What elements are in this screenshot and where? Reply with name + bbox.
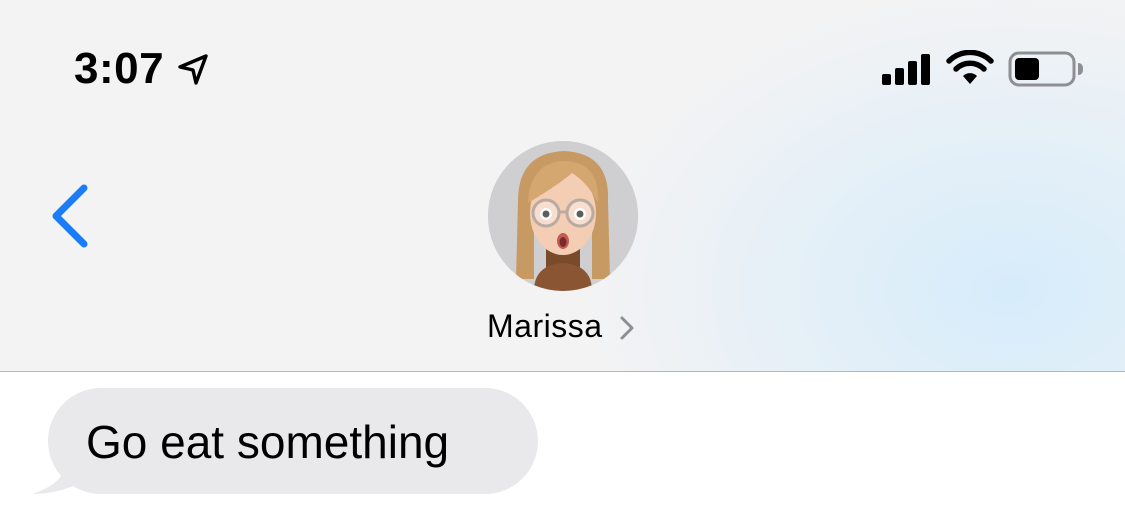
conversation-header: 3:07 Marissa: [0, 0, 1125, 372]
chevron-right-icon[interactable]: [618, 314, 636, 342]
message-text: Go eat something: [86, 416, 450, 468]
back-chevron-icon[interactable]: [46, 180, 94, 252]
contact-name[interactable]: Marissa: [487, 306, 603, 346]
contact-avatar[interactable]: [488, 141, 638, 291]
memoji-avatar-icon: [488, 141, 638, 291]
battery-icon: [1008, 51, 1083, 87]
status-bar-time: 3:07: [74, 44, 165, 93]
cellular-signal-icon: [882, 54, 930, 85]
location-arrow-icon: [178, 54, 208, 85]
wifi-icon: [946, 50, 994, 84]
